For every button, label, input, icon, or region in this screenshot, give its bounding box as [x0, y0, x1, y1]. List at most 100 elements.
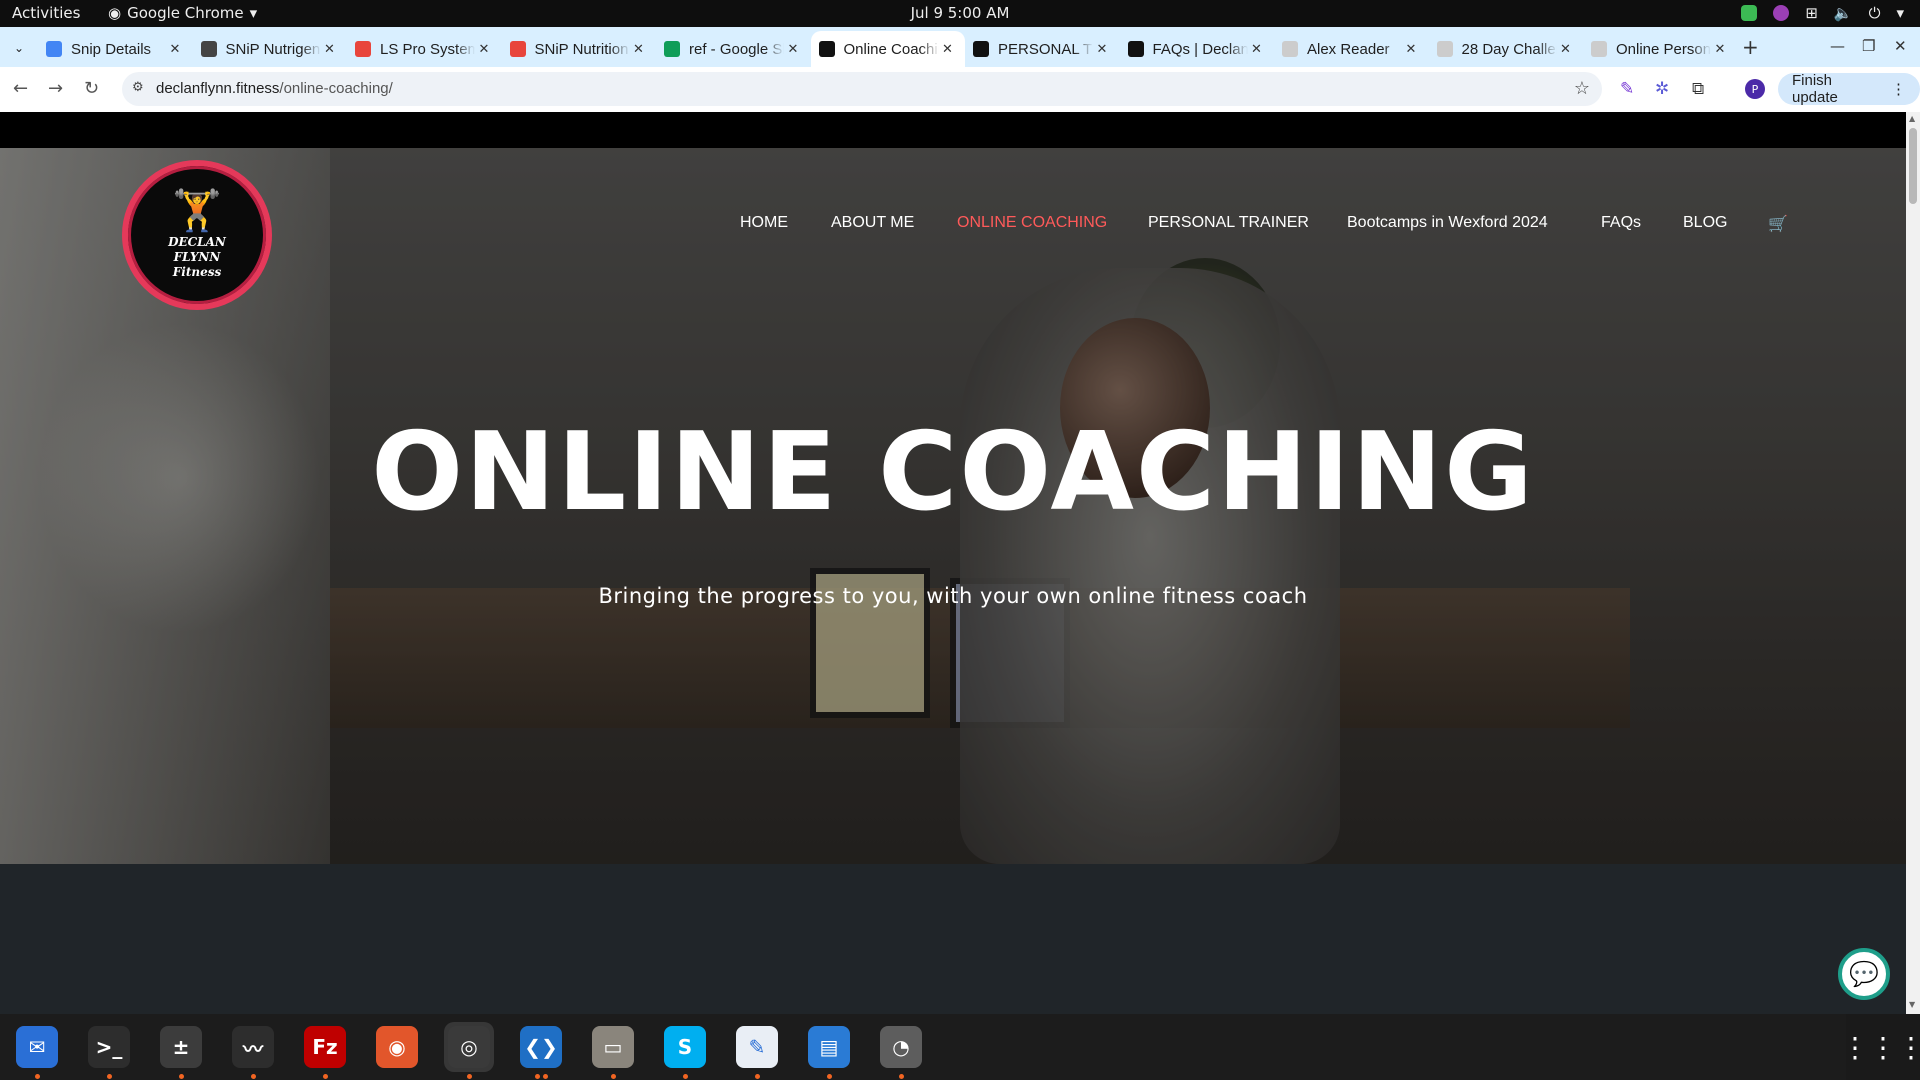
disk-usage-icon[interactable]: ◔: [876, 1022, 926, 1072]
close-tab-icon[interactable]: ✕: [166, 41, 184, 57]
files-icon[interactable]: ▭: [588, 1022, 638, 1072]
tab-title: LS Pro Systems: [380, 40, 475, 58]
power-icon[interactable]: ⏻: [1869, 4, 1881, 22]
scroll-down-icon[interactable]: ▼: [1909, 1000, 1915, 1009]
nav-faqs[interactable]: FAQs: [1601, 214, 1641, 232]
nav-home[interactable]: HOME: [740, 214, 788, 232]
page-title: ONLINE COACHING: [371, 410, 1535, 535]
profile-avatar[interactable]: P: [1745, 79, 1765, 99]
browser-tab[interactable]: FAQs | Declan Flynn✕: [1120, 31, 1274, 67]
volume-icon[interactable]: 🔈: [1834, 4, 1853, 22]
nav-bootcamps[interactable]: Bootcamps in Wexford 2024: [1347, 214, 1548, 232]
running-indicator: [899, 1074, 904, 1079]
address-bar[interactable]: ⚙ declanflynn.fitness/online-coaching/ ☆: [122, 72, 1602, 106]
skype-icon-glyph: S: [664, 1026, 706, 1068]
weightlifter-icon: 🏋: [172, 187, 222, 234]
tab-search-button[interactable]: ⌄: [6, 35, 32, 61]
new-tab-button[interactable]: +: [1742, 35, 1759, 59]
system-tray[interactable]: ⊞ 🔈 ⏻ ▾: [1741, 4, 1904, 22]
tab-title: Online Personal: [1616, 40, 1711, 58]
update-icon[interactable]: [1741, 5, 1758, 21]
browser-tab[interactable]: PERSONAL TRAINER✕: [965, 31, 1119, 67]
dff-icon: [1127, 41, 1144, 57]
site-logo[interactable]: 🏋 DECLAN FLYNN Fitness: [122, 160, 272, 310]
activities-button[interactable]: Activities: [12, 4, 80, 22]
hero-subtitle: Bringing the progress to you, with your …: [598, 584, 1308, 608]
url-text[interactable]: declanflynn.fitness/online-coaching/: [156, 80, 393, 97]
close-window-icon[interactable]: ✕: [1894, 37, 1907, 55]
finish-update-button[interactable]: Finish update ⋮: [1778, 72, 1920, 106]
app-menu[interactable]: ◉ Google Chrome ▾: [108, 4, 257, 22]
back-icon[interactable]: ←: [13, 78, 28, 99]
snowflake-extension-icon[interactable]: ✲: [1655, 79, 1669, 99]
close-tab-icon[interactable]: ✕: [1711, 41, 1729, 57]
browser-tab[interactable]: 28 Day Challenge✕: [1429, 31, 1583, 67]
chat-widget-button[interactable]: 💬: [1838, 948, 1890, 1000]
nav-personal-trainer[interactable]: PERSONAL TRAINER: [1148, 214, 1309, 232]
nav-blog[interactable]: BLOG: [1683, 214, 1727, 232]
cart-icon[interactable]: 🛒: [1768, 214, 1788, 234]
system-monitor-icon-glyph: 〰: [232, 1026, 274, 1068]
minimize-icon[interactable]: —: [1830, 37, 1845, 55]
url-path: /online-coaching/: [279, 80, 393, 97]
close-tab-icon[interactable]: ✕: [1093, 41, 1111, 57]
firefox-icon[interactable]: ◉: [372, 1022, 422, 1072]
browser-tab[interactable]: Online Personal✕: [1583, 31, 1737, 67]
calculator-icon[interactable]: ±: [156, 1022, 206, 1072]
filezilla-icon[interactable]: Fz: [300, 1022, 350, 1072]
thunderbird-icon[interactable]: ✉: [12, 1022, 62, 1072]
site-info-icon[interactable]: ⚙: [132, 80, 150, 98]
skype-icon[interactable]: S: [660, 1022, 710, 1072]
files-icon-glyph: ▭: [592, 1026, 634, 1068]
close-tab-icon[interactable]: ✕: [1557, 41, 1575, 57]
page-scrollbar[interactable]: ▲ ▼: [1906, 112, 1920, 1014]
browser-tab[interactable]: ref - Google Sheets✕: [656, 31, 810, 67]
chrome-icon[interactable]: ◎: [444, 1022, 494, 1072]
running-indicator: [611, 1074, 616, 1079]
close-tab-icon[interactable]: ✕: [939, 41, 957, 57]
page-icon: [1436, 41, 1453, 57]
terminal-icon-glyph: >_: [88, 1026, 130, 1068]
tab-title: 28 Day Challenge: [1461, 40, 1557, 58]
extension-tray-icon[interactable]: [1773, 5, 1790, 21]
reload-icon[interactable]: ↻: [84, 78, 99, 99]
scroll-up-icon[interactable]: ▲: [1909, 114, 1915, 123]
system-monitor-icon[interactable]: 〰: [228, 1022, 278, 1072]
terminal-icon[interactable]: >_: [84, 1022, 134, 1072]
bookmark-star-icon[interactable]: ☆: [1574, 78, 1590, 99]
close-tab-icon[interactable]: ✕: [784, 41, 802, 57]
close-tab-icon[interactable]: ✕: [321, 41, 339, 57]
browser-tab[interactable]: Alex Reader ✕: [1274, 31, 1428, 67]
forward-icon[interactable]: →: [48, 78, 63, 99]
pen-extension-icon[interactable]: ✎: [1620, 79, 1634, 99]
nav-online-coaching[interactable]: ONLINE COACHING: [957, 214, 1107, 232]
chevron-down-icon[interactable]: ▾: [1896, 4, 1904, 22]
libreoffice-writer-icon[interactable]: ▤: [804, 1022, 854, 1072]
close-tab-icon[interactable]: ✕: [630, 41, 648, 57]
running-indicator: [35, 1074, 40, 1079]
browser-tab[interactable]: SNiP Nutrigenomics✕: [193, 31, 347, 67]
browser-tab[interactable]: LS Pro Systems✕: [347, 31, 501, 67]
running-indicator: [535, 1074, 540, 1079]
close-tab-icon[interactable]: ✕: [475, 41, 493, 57]
close-tab-icon[interactable]: ✕: [1402, 41, 1420, 57]
browser-tab[interactable]: Snip Details ✕: [38, 31, 192, 67]
browser-tab[interactable]: Online Coaching✕: [810, 31, 965, 67]
running-indicator: [107, 1074, 112, 1079]
restore-icon[interactable]: ❐: [1862, 37, 1875, 55]
browser-tab[interactable]: SNiP Nutrition ✕: [502, 31, 656, 67]
scrollbar-thumb[interactable]: [1909, 128, 1917, 204]
tab-title: SNiP Nutrition: [534, 40, 629, 58]
running-indicator: [251, 1074, 256, 1079]
web-page: 🏋 DECLAN FLYNN Fitness HOME ABOUT ME ONL…: [0, 112, 1906, 1014]
text-editor-icon[interactable]: ✎: [732, 1022, 782, 1072]
clock[interactable]: Jul 9 5:00 AM: [911, 4, 1010, 22]
logo-text-line: FLYNN: [173, 249, 221, 264]
nav-about-me[interactable]: ABOUT ME: [831, 214, 914, 232]
close-tab-icon[interactable]: ✕: [1248, 41, 1266, 57]
show-apps-button[interactable]: ⋮⋮⋮: [1841, 1014, 1920, 1080]
calculator-icon-glyph: ±: [160, 1026, 202, 1068]
network-icon[interactable]: ⊞: [1805, 4, 1818, 22]
extensions-puzzle-icon[interactable]: ⧉: [1692, 79, 1704, 99]
vscode-icon[interactable]: ❮❯: [516, 1022, 566, 1072]
